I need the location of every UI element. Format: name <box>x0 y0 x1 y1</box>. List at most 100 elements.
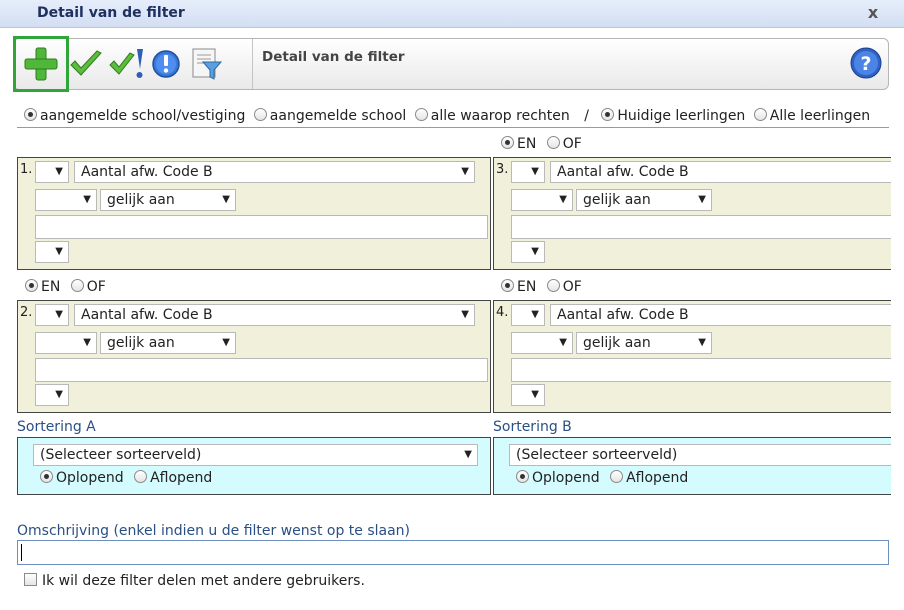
logic-radio-of[interactable] <box>546 279 560 292</box>
operator-select[interactable]: gelijk aan ▼ <box>576 189 712 211</box>
sort-a-radio-desc[interactable] <box>134 470 148 483</box>
field-select-value: Aantal afw. Code B <box>81 307 213 323</box>
value-input[interactable] <box>35 215 488 239</box>
field-select-value: Aantal afw. Code B <box>81 164 213 180</box>
dropdown-arrow-icon: ▼ <box>83 337 91 348</box>
dropdown-arrow-icon: ▼ <box>559 194 567 205</box>
operator-select[interactable]: gelijk aan ▼ <box>100 189 236 211</box>
sort-b-direction: Oplopend Aflopend <box>516 470 694 486</box>
dropdown-arrow-icon: ▼ <box>698 194 706 205</box>
open-paren-select[interactable]: ▼ <box>511 161 545 183</box>
function-select[interactable]: ▼ <box>511 332 573 354</box>
sort-b-radio-desc[interactable] <box>610 470 624 483</box>
logic-radio-of[interactable] <box>70 279 84 292</box>
condition-box-4: 4. ▼ Aantal afw. Code B ▼ gelijk aan ▼ ▼ <box>493 300 891 413</box>
logic-radio-en[interactable] <box>501 136 514 149</box>
dropdown-arrow-icon: ▼ <box>83 194 91 205</box>
scope-label-school: aangemelde school <box>269 108 407 124</box>
dropdown-arrow-icon: ▼ <box>55 389 63 400</box>
close-paren-select[interactable]: ▼ <box>35 384 69 406</box>
logic-label-of: OF <box>86 279 106 295</box>
sort-a-radio-asc[interactable] <box>40 470 53 483</box>
svg-text:?: ? <box>860 53 871 75</box>
open-paren-select[interactable]: ▼ <box>35 161 69 183</box>
sort-a-label-asc: Oplopend <box>56 470 124 486</box>
share-checkbox[interactable] <box>24 573 37 586</box>
check-icon <box>70 50 102 76</box>
dropdown-arrow-icon: ▼ <box>559 337 567 348</box>
logic-toggle-2: EN OF <box>25 279 112 295</box>
logic-radio-en[interactable] <box>25 279 38 292</box>
pupils-radio-all[interactable] <box>753 108 767 121</box>
operator-select-value: gelijk aan <box>583 335 651 351</box>
condition-number: 4. <box>496 305 509 320</box>
help-button[interactable]: ? <box>850 47 882 79</box>
operator-select[interactable]: gelijk aan ▼ <box>576 332 712 354</box>
logic-label-of: OF <box>562 136 582 152</box>
condition-box-3: 3. ▼ Aantal afw. Code B ▼ gelijk aan ▼ ▼ <box>493 157 891 270</box>
sort-a-label-desc: Aflopend <box>150 470 213 486</box>
add-button[interactable] <box>13 36 69 92</box>
sort-b-select[interactable]: (Selecteer sorteerveld) <box>509 444 891 466</box>
condition-number: 2. <box>20 305 33 320</box>
dropdown-arrow-icon: ▼ <box>55 166 63 177</box>
close-paren-select[interactable]: ▼ <box>511 384 545 406</box>
info-button[interactable] <box>148 39 184 89</box>
dropdown-arrow-icon: ▼ <box>222 337 230 348</box>
window-title: Detail van de filter <box>37 5 185 21</box>
pupils-radio-current[interactable] <box>601 108 615 121</box>
close-paren-select[interactable]: ▼ <box>511 241 545 263</box>
toolbar: Detail van de filter ? <box>13 36 889 92</box>
value-input[interactable] <box>511 215 891 239</box>
report-button[interactable] <box>186 39 226 89</box>
open-paren-select[interactable]: ▼ <box>511 304 545 326</box>
sort-a-label: Sortering A <box>17 419 96 435</box>
sort-a-select[interactable]: (Selecteer sorteerveld) ▼ <box>33 444 478 466</box>
save-button[interactable] <box>66 39 106 89</box>
sort-b-label: Sortering B <box>493 419 572 435</box>
logic-toggle-4: EN OF <box>501 279 588 295</box>
function-select[interactable]: ▼ <box>511 189 573 211</box>
close-icon[interactable]: x <box>864 4 882 22</box>
divider <box>17 127 889 128</box>
logic-radio-en[interactable] <box>501 279 514 292</box>
text-caret <box>21 544 22 561</box>
sort-b-radio-asc[interactable] <box>516 470 529 483</box>
logic-radio-of[interactable] <box>546 136 560 149</box>
field-select-value: Aantal afw. Code B <box>557 307 689 323</box>
open-paren-select[interactable]: ▼ <box>35 304 69 326</box>
scope-label-vestiging: aangemelde school/vestiging <box>40 108 246 124</box>
scope-radio-rechten[interactable] <box>414 108 428 121</box>
field-select-value: Aantal afw. Code B <box>557 164 689 180</box>
field-select[interactable]: Aantal afw. Code B <box>550 161 891 183</box>
field-select[interactable]: Aantal afw. Code B ▼ <box>74 161 475 183</box>
logic-label-en: EN <box>517 136 537 152</box>
dropdown-arrow-icon: ▼ <box>222 194 230 205</box>
filter-document-icon <box>192 48 223 80</box>
description-input[interactable] <box>17 540 889 565</box>
scope-label-rechten: alle waarop rechten <box>430 108 570 124</box>
scope-separator: / <box>584 108 589 124</box>
value-input[interactable] <box>511 358 891 382</box>
dropdown-arrow-icon: ▼ <box>531 246 539 257</box>
logic-toggle-3: EN OF <box>501 136 588 152</box>
operator-select-value: gelijk aan <box>583 192 651 208</box>
check-exclamation-icon <box>109 49 143 78</box>
save-check-button[interactable] <box>106 39 148 89</box>
field-select[interactable]: Aantal afw. Code B <box>550 304 891 326</box>
share-label: Ik wil deze filter delen met andere gebr… <box>42 573 365 589</box>
value-input[interactable] <box>35 358 488 382</box>
help-icon: ? <box>850 47 882 79</box>
operator-select[interactable]: gelijk aan ▼ <box>100 332 236 354</box>
dropdown-arrow-icon: ▼ <box>461 166 469 177</box>
close-paren-select[interactable]: ▼ <box>35 241 69 263</box>
scope-radio-vestiging[interactable] <box>24 108 37 121</box>
scope-radio-school[interactable] <box>253 108 267 121</box>
description-label: Omschrijving (enkel indien u de filter w… <box>17 523 411 539</box>
function-select[interactable]: ▼ <box>35 332 97 354</box>
sort-a-box: (Selecteer sorteerveld) ▼ Oplopend Aflope… <box>17 437 491 495</box>
field-select[interactable]: Aantal afw. Code B ▼ <box>74 304 475 326</box>
condition-box-1: 1. ▼ Aantal afw. Code B ▼ ▼ gelijk aan ▼ ▼ <box>17 157 491 270</box>
sort-b-box: (Selecteer sorteerveld) Oplopend Aflopen… <box>493 437 891 495</box>
function-select[interactable]: ▼ <box>35 189 97 211</box>
